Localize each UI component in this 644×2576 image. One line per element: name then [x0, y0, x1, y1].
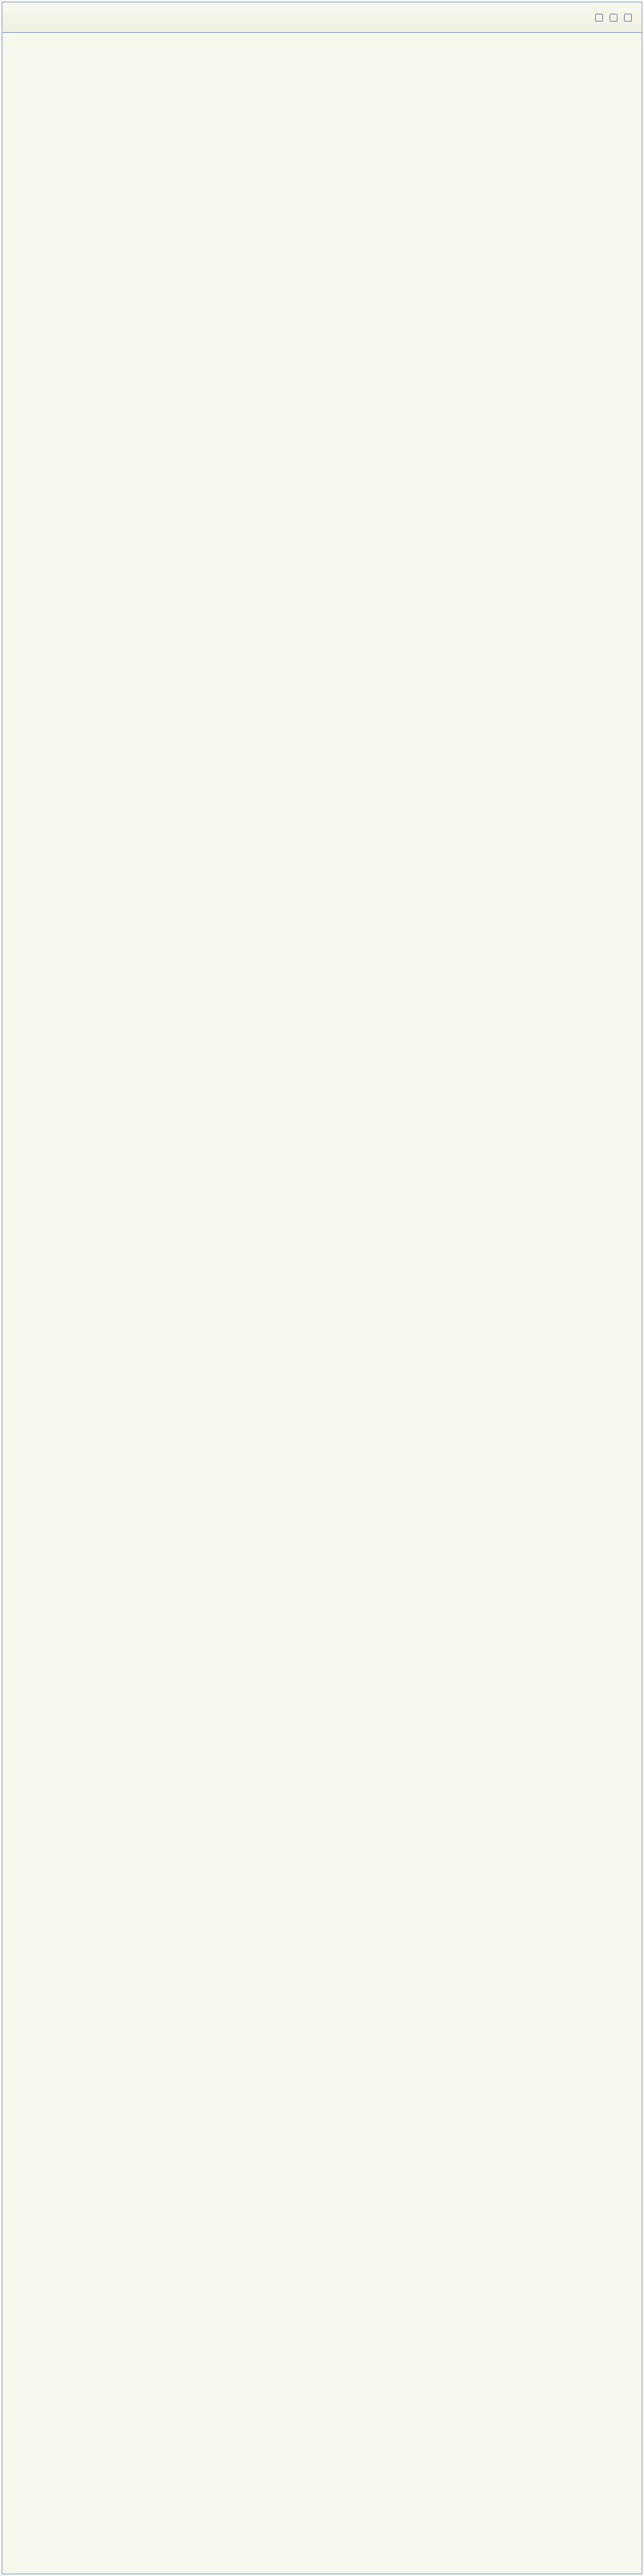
thread-tools	[595, 13, 632, 22]
thread-frame	[2, 2, 642, 2574]
prev-thread-icon[interactable]	[609, 13, 618, 22]
thread-titlebar	[2, 2, 642, 33]
print-icon[interactable]	[595, 13, 603, 22]
next-thread-icon[interactable]	[624, 13, 632, 22]
